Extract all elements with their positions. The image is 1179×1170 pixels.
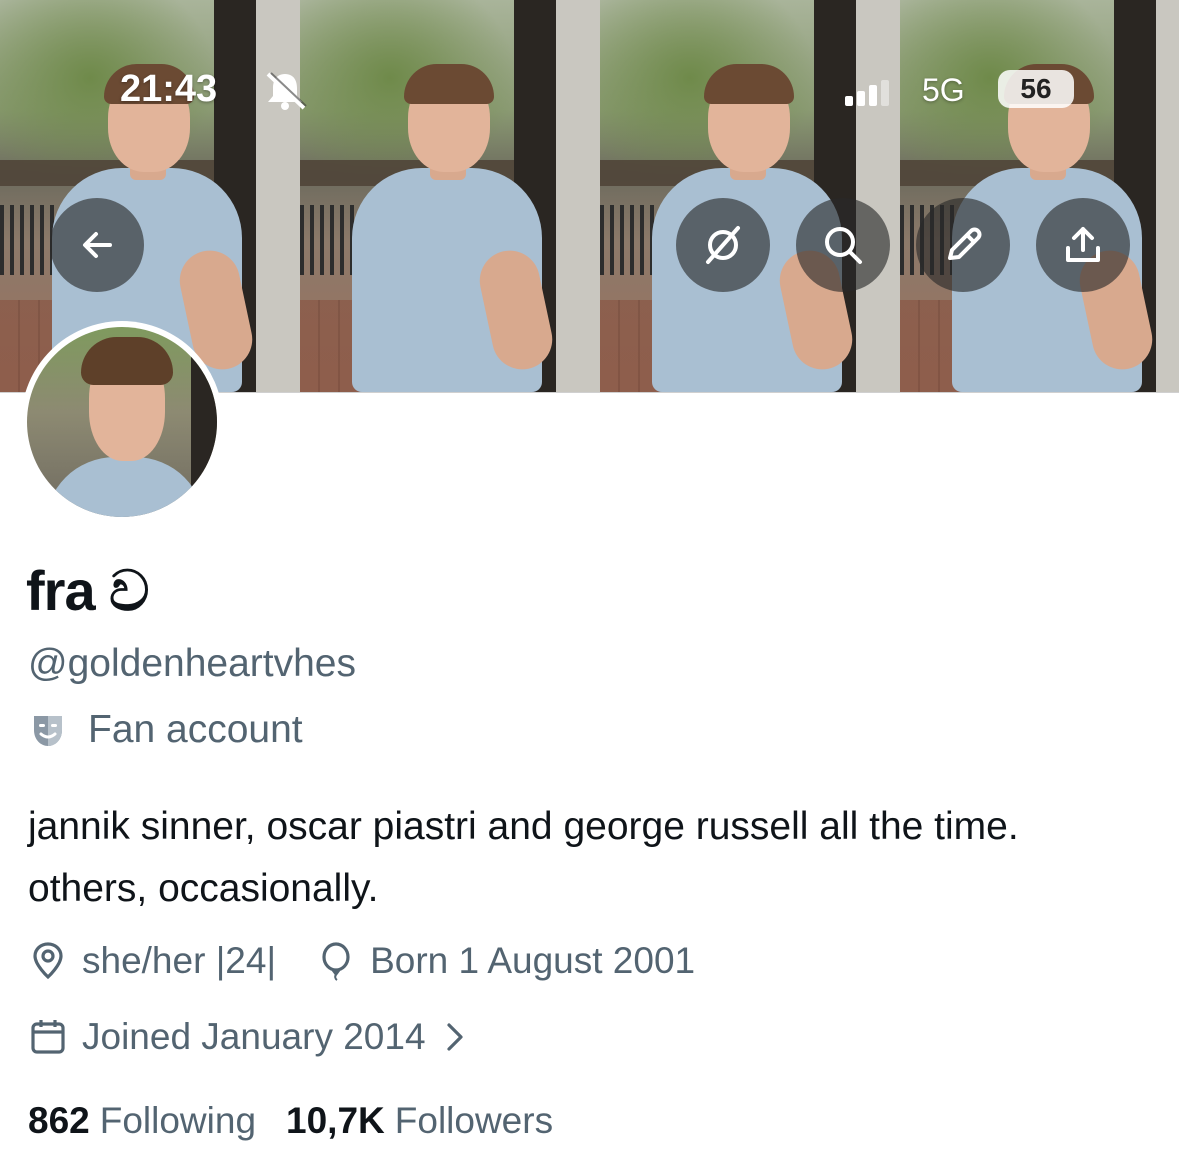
banner-photo-tile xyxy=(900,0,1179,392)
back-arrow-icon xyxy=(83,232,112,258)
joined-row[interactable]: Joined January 2014 xyxy=(28,1016,466,1058)
balloon-icon xyxy=(322,942,350,981)
banner-photo-tile xyxy=(600,0,900,392)
followers-link[interactable]: 10,7K Followers xyxy=(286,1100,553,1142)
network-type: 5G xyxy=(922,72,965,108)
grok-icon xyxy=(706,226,740,264)
profile-meta-row: she/her |24| Born 1 August 2001 xyxy=(28,940,695,982)
calendar-icon xyxy=(31,1020,65,1054)
bell-muted-icon xyxy=(266,72,307,110)
signal-icon xyxy=(845,80,889,106)
back-button[interactable] xyxy=(50,198,144,292)
edit-pencil-icon xyxy=(948,227,982,260)
search-icon xyxy=(825,227,862,264)
avatar[interactable] xyxy=(21,321,223,523)
avatar-photo xyxy=(27,327,217,517)
following-count: 862 xyxy=(28,1100,90,1141)
status-time: 21:43 xyxy=(120,68,218,110)
share-button[interactable] xyxy=(1036,198,1130,292)
followers-count: 10,7K xyxy=(286,1100,385,1141)
location-pin-icon xyxy=(33,942,63,980)
share-icon xyxy=(1066,227,1100,262)
joined-text: Joined January 2014 xyxy=(82,1016,426,1057)
grok-button[interactable] xyxy=(676,198,770,292)
search-button[interactable] xyxy=(796,198,890,292)
edit-button[interactable] xyxy=(916,198,1010,292)
follow-stats: 862 Following 10,7K Followers xyxy=(28,1100,553,1142)
bio-text: jannik sinner, oscar piastri and george … xyxy=(28,805,1019,910)
battery-indicator: 56 xyxy=(998,70,1074,108)
chevron-right-icon xyxy=(446,1023,463,1051)
location-text: she/her |24| xyxy=(82,940,277,981)
birthday-text: Born 1 August 2001 xyxy=(370,940,696,981)
profile-banner[interactable] xyxy=(0,0,1179,393)
professional-category: Fan account xyxy=(28,708,303,752)
following-link[interactable]: 862 Following xyxy=(28,1100,256,1142)
display-name: fra ව xyxy=(26,559,149,622)
user-handle: @goldenheartvhes xyxy=(28,642,356,685)
masks-icon xyxy=(34,716,62,746)
banner-photo-tile xyxy=(300,0,600,392)
followers-label: Followers xyxy=(394,1100,554,1141)
category-label: Fan account xyxy=(88,708,303,751)
following-label: Following xyxy=(99,1100,257,1141)
